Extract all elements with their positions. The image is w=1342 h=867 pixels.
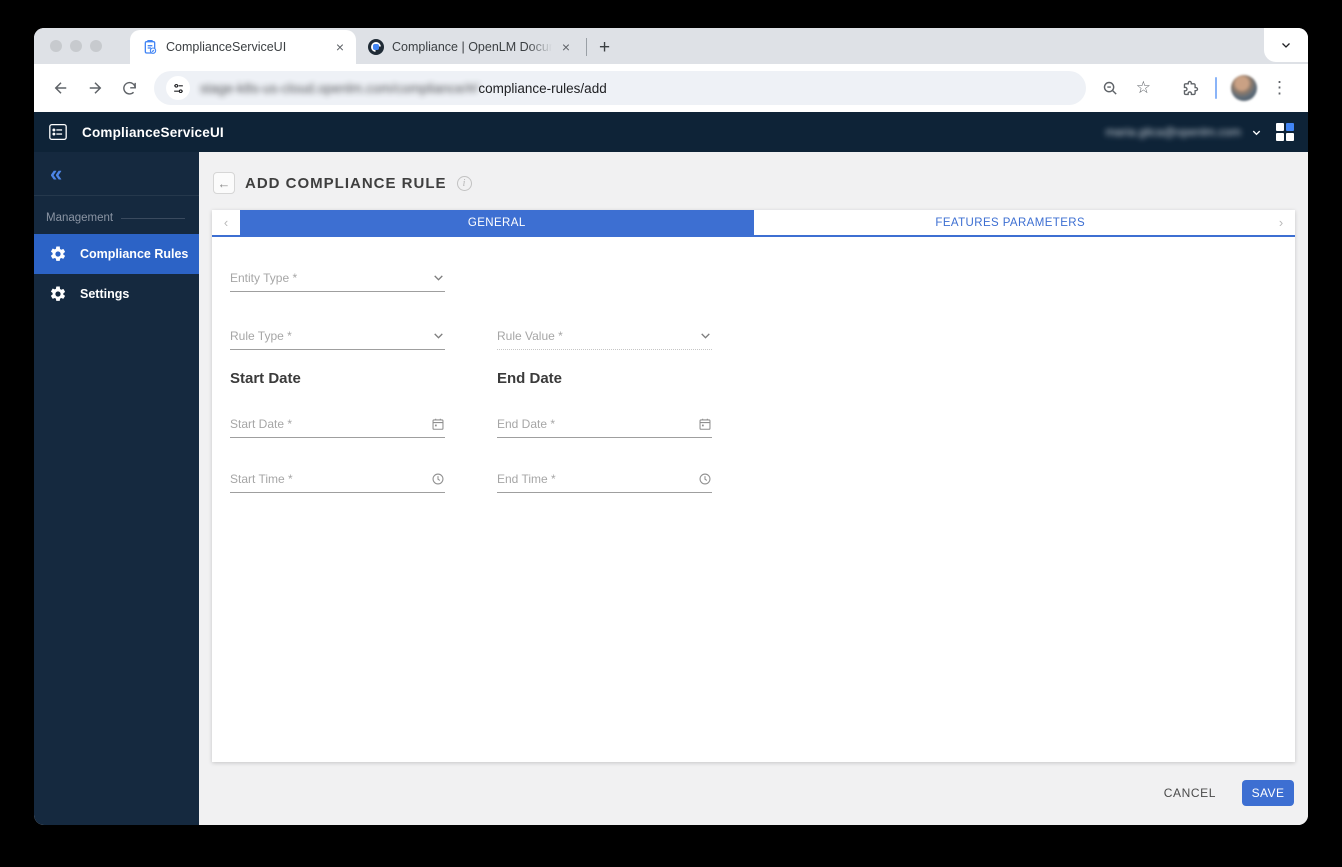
save-button[interactable]: SAVE bbox=[1242, 780, 1294, 806]
app-header-right: maria.glica@openlm.com bbox=[1105, 123, 1294, 141]
rule-value-select[interactable]: Rule Value * bbox=[497, 324, 712, 350]
end-date-input[interactable]: End Date * bbox=[497, 412, 712, 438]
main-content: ← ADD COMPLIANCE RULE i ‹ GENERAL FEATUR… bbox=[199, 152, 1308, 825]
rule-value-label: Rule Value * bbox=[497, 328, 563, 343]
form-actions: CANCEL SAVE bbox=[1164, 780, 1294, 806]
app-header: ComplianceServiceUI maria.glica@openlm.c… bbox=[34, 112, 1308, 152]
sidebar-item-compliance-rules[interactable]: Compliance Rules bbox=[34, 234, 199, 274]
traffic-lights[interactable] bbox=[50, 40, 102, 52]
arrow-left-icon bbox=[54, 82, 67, 94]
toolbar-separator bbox=[1215, 77, 1217, 99]
bookmark-star-icon[interactable]: ☆ bbox=[1128, 78, 1159, 98]
url-blurred-segment: stage-k8s-us-cloud.openlm.com/compliance… bbox=[200, 80, 479, 96]
app-title: ComplianceServiceUI bbox=[82, 124, 224, 140]
info-icon[interactable]: i bbox=[456, 175, 472, 191]
tab-divider bbox=[586, 38, 587, 56]
collapse-sidebar-icon[interactable]: « bbox=[50, 162, 62, 185]
close-window-button[interactable] bbox=[50, 40, 62, 52]
sidebar-item-label: Compliance Rules bbox=[80, 247, 189, 261]
back-button[interactable] bbox=[46, 73, 76, 103]
reload-icon bbox=[122, 81, 136, 95]
list-panel-icon bbox=[49, 123, 67, 141]
chrome-menu-icon[interactable]: ⋮ bbox=[1263, 78, 1296, 98]
end-date-label: End Date * bbox=[497, 416, 556, 431]
rule-type-select[interactable]: Rule Type * bbox=[230, 324, 445, 350]
page-title-row: ← ADD COMPLIANCE RULE i bbox=[213, 172, 472, 194]
browser-tab-openlm-docs[interactable]: Compliance | OpenLM Docum × bbox=[356, 30, 582, 64]
section-divider bbox=[121, 217, 185, 219]
sidebar-item-label: Settings bbox=[80, 287, 130, 301]
tab-title: ComplianceServiceUI bbox=[166, 40, 287, 54]
user-email: maria.glica@openlm.com bbox=[1105, 125, 1241, 139]
site-controls-icon[interactable] bbox=[166, 76, 190, 100]
form-card: ‹ GENERAL FEATURES PARAMETERS › Entity T… bbox=[212, 210, 1295, 762]
app-body: « Management Compliance Rules Settings ←… bbox=[34, 152, 1308, 825]
close-tab-icon[interactable]: × bbox=[560, 39, 572, 55]
section-label: Management bbox=[46, 212, 114, 224]
calendar-icon bbox=[699, 418, 711, 430]
tabs-scroll-right-icon[interactable]: › bbox=[1267, 210, 1295, 235]
apps-grid-icon[interactable] bbox=[1276, 123, 1294, 141]
clipboard-check-icon bbox=[144, 40, 157, 54]
arrow-right-icon bbox=[89, 82, 102, 94]
start-date-input[interactable]: Start Date * bbox=[230, 412, 445, 438]
forward-button[interactable] bbox=[80, 73, 110, 103]
address-bar[interactable]: stage-k8s-us-cloud.openlm.com/compliance… bbox=[154, 71, 1086, 105]
sidebar-item-settings[interactable]: Settings bbox=[34, 274, 199, 314]
cancel-button[interactable]: CANCEL bbox=[1164, 786, 1216, 800]
chevron-down-icon bbox=[1282, 43, 1290, 48]
tabs-scroll-left-icon[interactable]: ‹ bbox=[212, 210, 240, 235]
end-date-heading: End Date bbox=[497, 370, 563, 387]
clock-icon bbox=[432, 473, 444, 484]
tab-features-parameters[interactable]: FEATURES PARAMETERS bbox=[753, 210, 1267, 235]
chevron-down-icon[interactable] bbox=[1251, 127, 1262, 138]
tab-general[interactable]: GENERAL bbox=[240, 210, 754, 235]
openlm-favicon-icon bbox=[368, 39, 384, 55]
app-brand: ComplianceServiceUI bbox=[48, 123, 224, 141]
rule-type-label: Rule Type * bbox=[230, 328, 292, 343]
minimize-window-button[interactable] bbox=[70, 40, 82, 52]
clock-icon bbox=[699, 473, 711, 484]
chevron-down-icon bbox=[434, 275, 443, 281]
back-button[interactable]: ← bbox=[213, 172, 235, 194]
chevron-down-icon bbox=[701, 333, 710, 339]
puzzle-icon bbox=[1183, 80, 1199, 96]
start-date-heading: Start Date bbox=[230, 370, 301, 387]
chevron-down-icon bbox=[434, 333, 443, 339]
browser-tab-compliance-ui[interactable]: ComplianceServiceUI × bbox=[130, 30, 356, 64]
zoom-button[interactable] bbox=[1096, 73, 1126, 103]
gear-icon bbox=[50, 286, 66, 301]
reload-button[interactable] bbox=[114, 73, 144, 103]
tab-title: Compliance | OpenLM Docum bbox=[392, 40, 552, 54]
end-time-input[interactable]: End Time * bbox=[497, 467, 712, 493]
tab-strip: ComplianceServiceUI × Compliance | OpenL… bbox=[34, 28, 1308, 64]
sidebar: « Management Compliance Rules Settings bbox=[34, 152, 199, 825]
start-time-input[interactable]: Start Time * bbox=[230, 467, 445, 493]
start-date-label: Start Date * bbox=[230, 416, 293, 431]
end-time-label: End Time * bbox=[497, 471, 556, 486]
zoom-out-icon bbox=[1104, 81, 1117, 95]
form-tabs: ‹ GENERAL FEATURES PARAMETERS › bbox=[212, 210, 1295, 237]
page-title: ADD COMPLIANCE RULE bbox=[245, 174, 447, 192]
start-time-label: Start Time * bbox=[230, 471, 293, 486]
gear-icon bbox=[50, 246, 66, 261]
extensions-button[interactable] bbox=[1175, 73, 1205, 103]
browser-window: ComplianceServiceUI × Compliance | OpenL… bbox=[34, 28, 1308, 825]
tab-search-button[interactable] bbox=[1264, 28, 1308, 62]
maximize-window-button[interactable] bbox=[90, 40, 102, 52]
profile-avatar[interactable] bbox=[1231, 75, 1257, 101]
browser-toolbar: stage-k8s-us-cloud.openlm.com/compliance… bbox=[34, 64, 1308, 112]
entity-type-label: Entity Type * bbox=[230, 270, 298, 285]
calendar-icon bbox=[432, 418, 444, 430]
url-text: stage-k8s-us-cloud.openlm.com/compliance… bbox=[200, 81, 607, 96]
url-visible-segment: compliance-rules/add bbox=[478, 80, 607, 96]
toolbar-icons: ☆ ⋮ bbox=[1096, 73, 1296, 103]
entity-type-select[interactable]: Entity Type * bbox=[230, 266, 445, 292]
close-tab-icon[interactable]: × bbox=[334, 39, 346, 55]
sidebar-collapse-row: « bbox=[34, 152, 199, 196]
sidebar-section: Management bbox=[34, 196, 199, 234]
new-tab-button[interactable]: + bbox=[591, 37, 618, 59]
